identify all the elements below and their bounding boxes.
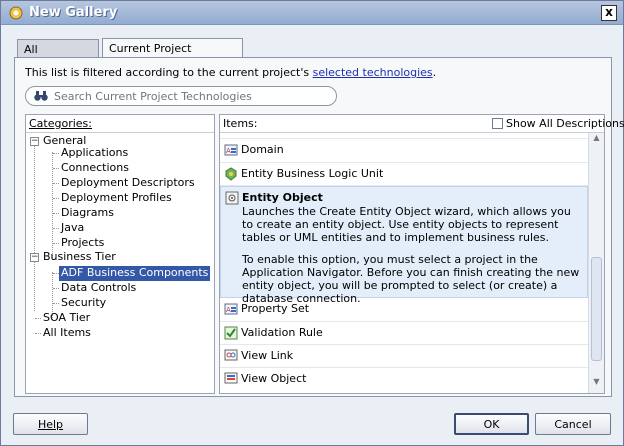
- tree-item-data-controls[interactable]: Data Controls: [59, 281, 138, 296]
- tree-item-soa-tier[interactable]: SOA Tier: [41, 311, 92, 326]
- list-item-validation-rule[interactable]: Validation Rule: [220, 322, 588, 345]
- item-label: View Object: [241, 372, 307, 385]
- close-icon: x: [605, 5, 613, 19]
- scroll-up-icon[interactable]: ▲: [589, 133, 604, 147]
- cancel-button[interactable]: Cancel: [535, 413, 611, 435]
- items-label: Items:: [223, 117, 258, 130]
- tree-item-diagrams[interactable]: Diagrams: [59, 206, 116, 221]
- item-label: Entity Object: [242, 191, 323, 204]
- show-all-descriptions-checkbox[interactable]: Show All Descriptions: [492, 117, 624, 130]
- property-set-icon: A: [224, 303, 238, 315]
- title-bar: New Gallery x: [1, 1, 623, 25]
- list-item-entity-object[interactable]: Entity Object Launches the Create Entity…: [220, 186, 588, 305]
- item-label: Domain: [241, 143, 284, 156]
- filter-message: This list is filtered according to the c…: [25, 66, 436, 79]
- tree-item-connections[interactable]: Connections: [59, 161, 131, 176]
- window-title: New Gallery: [29, 5, 118, 20]
- tab-current-project-technologies[interactable]: Current Project Technologies: [102, 38, 243, 68]
- selected-technologies-link[interactable]: selected technologies: [313, 66, 433, 79]
- list-item-domain[interactable]: A Domain: [220, 139, 588, 163]
- view-object-icon: [224, 372, 238, 384]
- categories-panel: Categories: − General Applications Conne…: [25, 114, 215, 394]
- search-input[interactable]: [54, 89, 324, 103]
- item-label: Validation Rule: [241, 326, 323, 339]
- view-link-icon: [224, 349, 238, 361]
- tab-all-technologies[interactable]: All Technologies: [17, 39, 99, 69]
- show-all-descriptions-label: Show All Descriptions: [506, 117, 624, 130]
- tree-item-projects[interactable]: Projects: [59, 236, 106, 251]
- new-gallery-dialog: New Gallery x All Technologies Current P…: [0, 0, 624, 446]
- item-description: Launches the Create Entity Object wizard…: [242, 205, 571, 244]
- item-label: Entity Business Logic Unit: [241, 167, 384, 180]
- item-label: Property Set: [241, 302, 310, 315]
- tree-item-all-items[interactable]: All Items: [41, 326, 93, 341]
- filter-text-prefix: This list is filtered according to the c…: [25, 66, 313, 79]
- help-button[interactable]: Help: [13, 413, 88, 435]
- item-label: View Link: [241, 349, 294, 362]
- tree-item-deployment-descriptors[interactable]: Deployment Descriptors: [59, 176, 197, 191]
- scroll-thumb[interactable]: [591, 257, 602, 361]
- binoculars-icon: [34, 91, 48, 101]
- tree-item-business-tier[interactable]: Business Tier: [41, 250, 118, 265]
- checkbox-icon[interactable]: [492, 118, 503, 129]
- items-scrollbar[interactable]: ▲ ▼: [588, 133, 604, 393]
- tree-item-security[interactable]: Security: [59, 296, 108, 311]
- tree-item-java[interactable]: Java: [59, 221, 86, 236]
- ok-button[interactable]: OK: [454, 413, 529, 435]
- tree-item-adf-business-components[interactable]: ADF Business Components: [59, 266, 211, 281]
- scroll-down-icon[interactable]: ▼: [589, 377, 604, 391]
- svg-text:A: A: [226, 306, 231, 314]
- list-item-entity-business-logic-unit[interactable]: Entity Business Logic Unit: [220, 163, 588, 186]
- collapse-business-tier-toggle[interactable]: −: [30, 253, 39, 262]
- tree-item-deployment-profiles[interactable]: Deployment Profiles: [59, 191, 174, 206]
- gallery-app-icon: [9, 6, 23, 20]
- domain-icon: A: [224, 144, 238, 156]
- validation-rule-icon: [224, 326, 238, 340]
- categories-label: Categories:: [29, 117, 92, 130]
- filter-text-suffix: .: [432, 66, 437, 79]
- svg-text:A: A: [226, 147, 231, 155]
- search-box[interactable]: [25, 86, 337, 106]
- help-button-label: Help: [37, 417, 64, 431]
- cancel-button-label: Cancel: [554, 417, 592, 431]
- ok-button-label: OK: [483, 417, 500, 431]
- logic-unit-icon: [225, 167, 237, 181]
- tab-panel: This list is filtered according to the c…: [14, 57, 624, 397]
- tree-item-applications[interactable]: Applications: [59, 146, 130, 161]
- categories-header: Categories:: [26, 115, 214, 133]
- items-panel: Items: Show All Descriptions A Domain En…: [219, 114, 624, 394]
- items-header: Items: Show All Descriptions: [220, 115, 624, 133]
- collapse-general-toggle[interactable]: −: [30, 137, 39, 146]
- list-item-view-link[interactable]: View Link: [220, 345, 588, 368]
- list-item-property-set[interactable]: A Property Set: [220, 298, 588, 322]
- list-item-view-object[interactable]: View Object: [220, 368, 588, 393]
- close-button[interactable]: x: [601, 5, 617, 21]
- entity-object-icon: [225, 191, 239, 205]
